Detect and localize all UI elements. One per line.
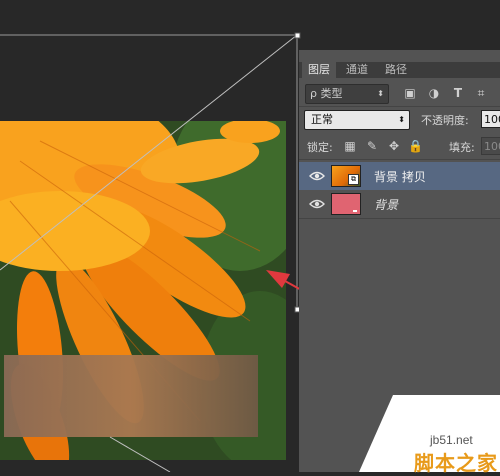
opacity-input[interactable]: 100 xyxy=(481,110,500,128)
layer-row-background-copy[interactable]: ⧉ 背景 拷贝 xyxy=(299,162,500,190)
blend-mode-select[interactable]: 正常 ⬍ xyxy=(304,110,410,130)
fill-label: 填充: xyxy=(449,141,475,154)
watermark-url: jb51.net xyxy=(430,433,473,447)
fill-input[interactable]: 100 xyxy=(481,137,500,155)
divider xyxy=(299,218,500,219)
image-filter-icon[interactable]: ▣ xyxy=(403,86,417,100)
lock-pixels-brush-icon[interactable]: ✎ xyxy=(365,139,379,153)
lock-label: 锁定: xyxy=(307,141,333,154)
divider xyxy=(299,106,500,107)
eye-icon[interactable] xyxy=(309,169,325,183)
tab-channels[interactable]: 通道 xyxy=(339,62,375,78)
transform-handle-top-right xyxy=(294,32,301,39)
layer-name: 背景 xyxy=(374,198,399,212)
chevron-updown-icon: ⬍ xyxy=(398,115,405,124)
layer-name: 背景 拷贝 xyxy=(374,170,426,184)
divider xyxy=(299,159,500,160)
shape-filter-icon[interactable]: ⌗ xyxy=(474,86,488,100)
type-filter-icon[interactable]: T xyxy=(451,86,465,100)
tab-layers[interactable]: 图层 xyxy=(302,62,336,78)
tab-paths[interactable]: 路径 xyxy=(378,62,414,78)
layer-thumbnail: ⧉ xyxy=(331,165,361,187)
layer-row-background[interactable]: 背景 xyxy=(299,190,500,218)
panel-tabs: 图层 通道 路径 xyxy=(299,62,500,78)
blend-mode-value: 正常 xyxy=(311,113,333,126)
annotation-arrow-head xyxy=(266,270,290,288)
lock-all-icon[interactable]: 🔒 xyxy=(408,139,423,153)
layer-filter-select[interactable]: ρ 类型 ⬍ xyxy=(305,84,389,104)
filter-type-label: ρ 类型 xyxy=(310,87,343,100)
adjustment-filter-icon[interactable]: ◑ xyxy=(427,86,441,100)
smart-object-icon: ⧉ xyxy=(348,174,359,185)
lock-position-move-icon[interactable]: ✥ xyxy=(387,139,401,153)
lock-transparent-icon[interactable]: ▦ xyxy=(343,139,357,153)
eye-icon[interactable] xyxy=(309,197,325,211)
layer-thumbnail xyxy=(331,193,361,215)
lock-mini-icon xyxy=(353,210,357,212)
chevron-updown-icon: ⬍ xyxy=(377,89,384,98)
opacity-label: 不透明度: xyxy=(421,114,469,127)
